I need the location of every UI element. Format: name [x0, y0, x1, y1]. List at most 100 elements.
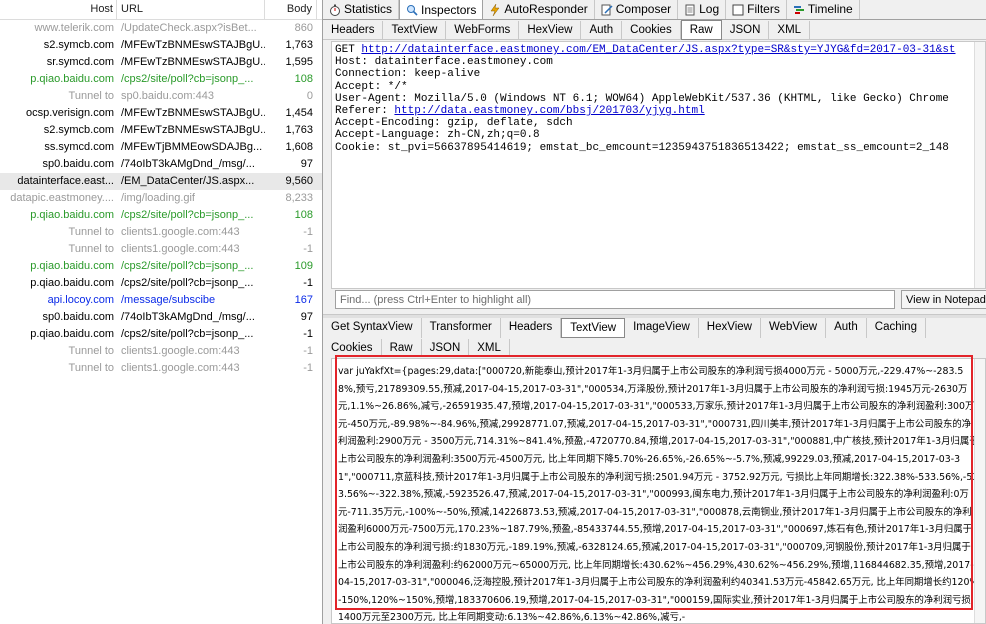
find-input[interactable]: Find... (press Ctrl+Enter to highlight a… — [335, 290, 895, 309]
request-url[interactable]: http://datainterface.eastmoney.com/EM_Da… — [361, 44, 955, 56]
response-tab-imageview[interactable]: ImageView — [625, 318, 699, 338]
session-row[interactable]: Tunnel to clients1.google.com:443 -1 — [0, 224, 322, 241]
response-tab-headers[interactable]: Headers — [501, 318, 562, 338]
session-body: -1 — [303, 362, 313, 374]
session-host: Tunnel to — [68, 226, 114, 238]
session-row[interactable]: datapic.eastmoney.... /img/loading.gif 8,2… — [0, 190, 322, 207]
request-tabs: Headers TextView WebForms HexView Auth Cookie… — [323, 19, 986, 40]
response-tab-caching[interactable]: Caching — [867, 318, 926, 338]
request-tab-hexview[interactable]: HexView — [519, 20, 582, 39]
session-body: -1 — [303, 328, 313, 340]
session-url: sp0.baidu.com:443 — [121, 90, 214, 102]
tab-label: Composer — [615, 2, 672, 16]
session-body: 167 — [294, 294, 313, 306]
session-row[interactable]: p.qiao.baidu.com/cps2/site/poll?cb=jsonp… — [0, 275, 322, 292]
view-in-notepad-button[interactable]: View in Notepad — [901, 290, 986, 309]
session-row[interactable]: ss.symcd.com/MFEwTjBMMEowSDAJBg... 1,608 — [0, 139, 322, 156]
session-url: /img/loading.gif — [121, 192, 195, 204]
session-url: /cps2/site/poll?cb=jsonp_... — [121, 328, 254, 340]
session-row[interactable]: sr.symcd.com/MFEwTzBNMEswSTAJBgU... 1,595 — [0, 54, 322, 71]
sessions-list: Host URL Body www.telerik.com/UpdateChec… — [0, 0, 323, 624]
request-tab-json[interactable]: JSON — [722, 20, 770, 39]
response-tab-hexview[interactable]: HexView — [699, 318, 761, 338]
tab-label: Filters — [747, 2, 780, 16]
request-tab-webforms[interactable]: WebForms — [446, 20, 520, 39]
tab-label: Inspectors — [421, 2, 477, 17]
request-tab-auth[interactable]: Auth — [581, 20, 623, 39]
session-body: 109 — [294, 260, 313, 272]
session-row[interactable]: datainterface.east... /EM_DataCenter/JS.a… — [0, 173, 322, 190]
lightning-icon — [489, 3, 501, 16]
request-tab-headers[interactable]: Headers — [323, 20, 384, 39]
request-tab-xml[interactable]: XML — [769, 20, 811, 39]
response-tab-cookies[interactable]: Cookies — [323, 339, 382, 357]
session-row[interactable]: Tunnel to sp0.baidu.com:443 0 — [0, 88, 322, 105]
response-tab-xml[interactable]: XML — [469, 339, 510, 357]
tab-statistics[interactable]: Statistics — [323, 0, 400, 19]
session-row[interactable]: p.qiao.baidu.com/cps2/site/poll?cb=jsonp… — [0, 326, 322, 343]
request-scrollbar[interactable] — [974, 42, 985, 288]
tab-label: Statistics — [344, 2, 393, 16]
tab-timeline[interactable]: Timeline — [787, 0, 860, 19]
session-row[interactable]: Tunnel to clients1.google.com:443 -1 — [0, 360, 322, 377]
session-row[interactable]: s2.symcb.com/MFEwTzBNMEswSTAJBgU... 1,763 — [0, 122, 322, 139]
stopwatch-icon — [329, 4, 341, 16]
session-row[interactable]: api.locoy.com/message/subscibe 167 — [0, 292, 322, 309]
session-host: datainterface.east... — [17, 175, 114, 187]
session-row[interactable]: Tunnel to clients1.google.com:443 -1 — [0, 241, 322, 258]
session-body: 9,560 — [285, 175, 313, 187]
session-row[interactable]: sp0.baidu.com/74oIbT3kAMgDnd_/msg/... 97 — [0, 309, 322, 326]
request-referer-url[interactable]: http://data.eastmoney.com/bbsj/201703/yj… — [394, 105, 704, 117]
column-body[interactable]: Body — [265, 0, 317, 19]
session-row[interactable]: p.qiao.baidu.com/cps2/site/poll?cb=jsonp… — [0, 71, 322, 88]
session-url: clients1.google.com:443 — [121, 243, 240, 255]
response-scrollbar[interactable] — [974, 359, 985, 623]
request-tab-raw[interactable]: Raw — [680, 19, 722, 40]
session-host: sr.symcd.com — [46, 56, 114, 68]
session-row[interactable]: sp0.baidu.com/74oIbT3kAMgDnd_/msg/... 97 — [0, 156, 322, 173]
response-body-text: var juYakfXt={pages:29,data:["000720,新能泰… — [338, 366, 979, 624]
session-row[interactable]: p.qiao.baidu.com/cps2/site/poll?cb=jsonp… — [0, 258, 322, 275]
response-tab-transformer[interactable]: Transformer — [422, 318, 501, 338]
tab-label: AutoResponder — [504, 2, 588, 16]
session-row[interactable]: Tunnel to clients1.google.com:443 -1 — [0, 343, 322, 360]
response-tab-auth[interactable]: Auth — [826, 318, 867, 338]
request-tab-textview[interactable]: TextView — [383, 20, 447, 39]
timeline-icon — [793, 4, 805, 16]
response-tab-get-syntaxview[interactable]: Get SyntaxView — [323, 318, 422, 338]
tab-composer[interactable]: Composer — [595, 0, 679, 19]
request-cookie: Cookie: st_pvi=56637895414619; emstat_bc… — [335, 141, 949, 154]
session-url: /74oIbT3kAMgDnd_/msg/... — [121, 158, 255, 170]
response-tab-webview[interactable]: WebView — [761, 318, 827, 338]
column-host[interactable]: Host — [0, 0, 117, 19]
tab-filters[interactable]: Filters — [726, 0, 787, 19]
session-url: clients1.google.com:443 — [121, 362, 240, 374]
tab-autoresponder[interactable]: AutoResponder — [483, 0, 595, 19]
session-host: ocsp.verisign.com — [25, 107, 114, 119]
session-body: 860 — [294, 22, 313, 34]
session-row[interactable]: ocsp.verisign.com/MFEwTzBNMEswSTAJBgU...… — [0, 105, 322, 122]
tab-label: Log — [699, 2, 720, 16]
request-accept-encoding: Accept-Encoding: gzip, deflate, sdch — [335, 117, 573, 130]
tab-inspectors[interactable]: Inspectors — [399, 0, 484, 19]
response-tab-json[interactable]: JSON — [422, 339, 470, 357]
session-row[interactable]: www.telerik.com/UpdateCheck.aspx?isBet..… — [0, 20, 322, 37]
checkbox-icon — [732, 4, 744, 16]
session-host: p.qiao.baidu.com — [30, 209, 114, 221]
session-row[interactable]: s2.symcb.com/MFEwTzBNMEswSTAJBgU... 1,763 — [0, 37, 322, 54]
session-host: api.locoy.com — [47, 294, 114, 306]
session-host: www.telerik.com — [34, 22, 114, 34]
session-row[interactable]: p.qiao.baidu.com/cps2/site/poll?cb=jsonp… — [0, 207, 322, 224]
response-tab-raw[interactable]: Raw — [382, 339, 422, 357]
tab-log[interactable]: Log — [678, 0, 727, 19]
response-tab-textview[interactable]: TextView — [561, 318, 626, 338]
request-user-agent: User-Agent: Mozilla/5.0 (Windows NT 6.1;… — [335, 92, 949, 105]
response-text-view[interactable]: var juYakfXt={pages:29,data:["000720,新能泰… — [331, 358, 986, 624]
session-body: 97 — [300, 158, 313, 170]
column-url[interactable]: URL — [117, 0, 265, 19]
session-body: -1 — [303, 226, 313, 238]
request-tab-cookies[interactable]: Cookies — [622, 20, 681, 39]
session-host: ss.symcd.com — [44, 141, 114, 153]
session-body: 1,763 — [285, 39, 313, 51]
request-raw-view[interactable]: GET http://datainterface.eastmoney.com/E… — [331, 41, 986, 289]
